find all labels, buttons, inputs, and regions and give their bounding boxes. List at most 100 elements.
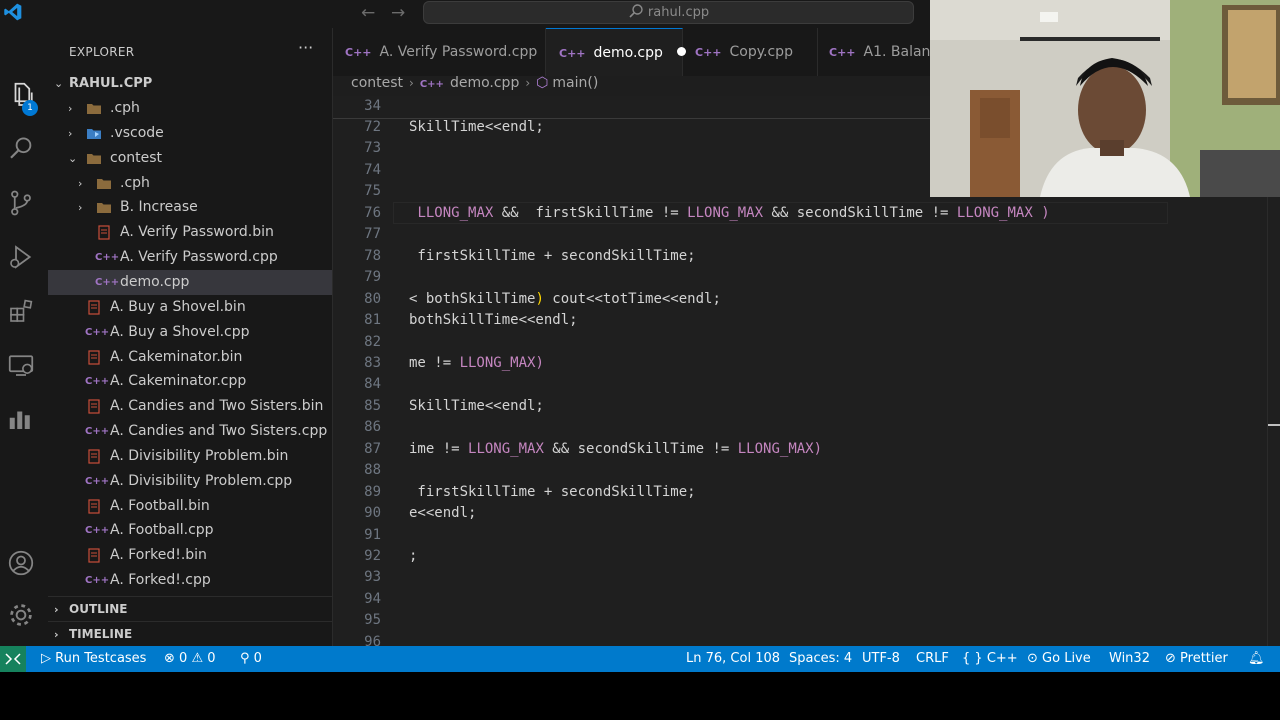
line-number: 89 (364, 483, 381, 500)
tree-item-label: A. Football.bin (110, 497, 210, 514)
tree-file[interactable]: C++ A. Forked!.cpp (48, 568, 332, 593)
code-token: LLONG_MAX (417, 204, 494, 221)
search-view-icon[interactable] (6, 134, 38, 166)
code-line: bothSkillTime<<endl; (409, 312, 578, 328)
go-live-button[interactable]: ⊙ Go Live (1027, 646, 1091, 672)
code-token: SkillTime<<endl; (409, 397, 544, 414)
notifications-bell-icon[interactable]: 🔔︎ (1248, 646, 1265, 672)
tree-item-label: .cph (110, 100, 140, 116)
tree-file[interactable]: C++ A. Buy a Shovel.cpp (48, 320, 332, 345)
run-testcases-button[interactable]: ▷ Run Testcases (41, 646, 146, 672)
tree-folder[interactable]: › .cph (48, 171, 332, 196)
platform[interactable]: Win32 (1109, 646, 1150, 672)
line-number: 81 (364, 312, 381, 329)
tree-file[interactable]: C++ A. Football.cpp (48, 518, 332, 543)
cpp-file-icon: C++ (695, 46, 722, 59)
remote-indicator[interactable] (0, 646, 26, 672)
breadcrumb-folder[interactable]: contest (351, 75, 403, 91)
code-token: ) (535, 290, 544, 307)
workspace-root-label: RAHUL.CPP (69, 76, 153, 91)
code-token: cout<<totTime<<endl; (543, 290, 721, 307)
code-token: ime != (409, 440, 469, 457)
broadcast-icon: ⊙ (1027, 651, 1038, 666)
code-token: LLONG_MAX (687, 204, 764, 221)
prettier-label: Prettier (1180, 651, 1228, 666)
line-number: 72 (364, 119, 381, 135)
indentation[interactable]: Spaces: 4 (789, 646, 852, 672)
tree-file[interactable]: A. Football.bin (48, 494, 332, 519)
breadcrumb-file[interactable]: demo.cpp (450, 75, 519, 91)
tree-folder[interactable]: › .vscode (48, 121, 332, 146)
code-line: firstSkillTime + secondSkillTime; (409, 484, 695, 500)
forward-arrow-icon[interactable]: → (391, 3, 405, 23)
method-cube-icon: ⬡ (536, 75, 549, 91)
settings-gear-icon[interactable] (6, 600, 38, 632)
more-actions-icon[interactable]: ··· (298, 38, 313, 57)
chevron-right-icon: › (54, 628, 59, 641)
line-number: 90 (364, 505, 381, 522)
chevron-down-icon: ⌄ (54, 77, 64, 90)
language-mode[interactable]: { } C++ (962, 646, 1018, 672)
chevron-right-icon: › (78, 201, 83, 215)
outline-section[interactable]: › OUTLINE (48, 596, 332, 621)
line-number: 82 (364, 333, 381, 350)
tree-file[interactable]: A. Forked!.bin (48, 543, 332, 568)
account-icon[interactable] (6, 548, 38, 580)
breadcrumb-symbol[interactable]: main() (552, 75, 598, 91)
run-debug-icon[interactable] (6, 242, 38, 274)
cpp-file-icon: C++ (85, 525, 110, 537)
tree-file[interactable]: A. Buy a Shovel.bin (48, 295, 332, 320)
timeline-section[interactable]: › TIMELINE (48, 621, 332, 646)
tree-folder[interactable]: › .cph (48, 96, 332, 121)
line-number: 78 (364, 247, 381, 264)
code-line: me != LLONG_MAX) (409, 355, 544, 371)
tree-file[interactable]: C++ demo.cpp (48, 269, 332, 295)
tree-file[interactable]: A. Candies and Two Sisters.bin (48, 394, 332, 419)
code-token: ) (535, 354, 544, 371)
tree-file[interactable]: A. Divisibility Problem.bin (48, 444, 332, 469)
ports-indicator[interactable]: ⚲ 0 (240, 646, 262, 672)
tree-item-label: B. Increase (120, 199, 198, 216)
tree-file[interactable]: C++ A. Verify Password.cpp (48, 245, 332, 270)
antenna-icon: ⚲ (240, 651, 250, 666)
back-arrow-icon[interactable]: ← (361, 3, 375, 23)
line-number: 77 (364, 226, 381, 243)
code-token: LLONG_MAX (737, 440, 814, 457)
tree-item-label: A. Divisibility Problem.bin (110, 447, 289, 464)
tree-folder[interactable]: › B. Increase (48, 195, 332, 220)
code-line: SkillTime<<endl; (409, 119, 544, 135)
tree-file[interactable]: A. Cakeminator.bin (48, 345, 332, 370)
breadcrumb: contest › C++ demo.cpp › ⬡ main() (351, 75, 598, 95)
explorer-title: EXPLORER (69, 45, 135, 59)
cursor-position[interactable]: Ln 76, Col 108 (686, 646, 780, 672)
chevron-right-icon: › (78, 176, 83, 190)
tab-label: demo.cpp (593, 45, 663, 61)
tree-file[interactable]: C++ A. Divisibility Problem.cpp (48, 469, 332, 494)
workspace-root[interactable]: ⌄ RAHUL.CPP (48, 71, 332, 96)
code-token: ) (813, 440, 823, 457)
encoding[interactable]: UTF-8 (862, 646, 900, 672)
code-line: < bothSkillTime) cout<<totTime<<endl; (409, 291, 721, 307)
tab-demo[interactable]: C++ demo.cpp (546, 28, 686, 76)
prettier-button[interactable]: ⊘ Prettier (1165, 646, 1228, 672)
tree-item-label: .cph (120, 174, 150, 191)
problems-indicator[interactable]: ⊗ 0 ⚠ 0 (164, 646, 216, 672)
tab-verify-password[interactable]: C++ A. Verify Password.cpp (333, 28, 546, 76)
source-control-icon[interactable] (6, 188, 38, 220)
code-token: && secondSkillTime != (763, 204, 957, 221)
extensions-icon[interactable] (6, 296, 38, 328)
command-center-search[interactable]: rahul.cpp (423, 1, 914, 24)
tree-folder[interactable]: ⌄ contest (48, 146, 332, 171)
chevron-right-icon: › (525, 76, 531, 90)
line-number: 93 (364, 569, 381, 586)
tab-copy[interactable]: C++ Copy.cpp (683, 28, 818, 76)
chevron-right-icon: › (409, 76, 414, 90)
end-of-line[interactable]: CRLF (916, 646, 949, 672)
tree-file[interactable]: C++ A. Candies and Two Sisters.cpp (48, 419, 332, 444)
remote-explorer-icon[interactable] (6, 350, 38, 382)
charts-icon[interactable] (6, 404, 38, 436)
tree-item-label: demo.cpp (120, 273, 190, 290)
tree-file[interactable]: A. Verify Password.bin (48, 220, 332, 245)
webcam-video-image (930, 0, 1280, 197)
tree-file[interactable]: C++ A. Cakeminator.cpp (48, 369, 332, 394)
